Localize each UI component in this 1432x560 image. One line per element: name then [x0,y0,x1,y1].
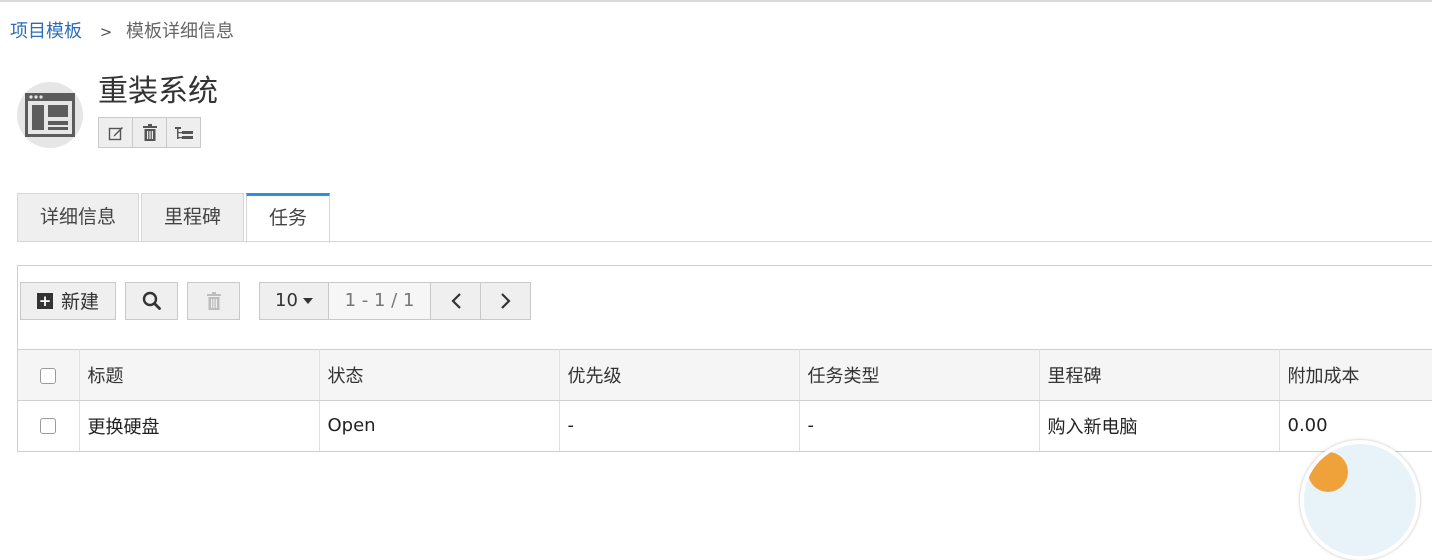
prev-page-button[interactable] [430,281,481,320]
breadcrumb-project-templates-link[interactable]: 项目模板 [10,21,82,42]
row-checkbox[interactable] [40,418,57,435]
table-header-row: 标题 状态 优先级 任务类型 里程碑 附加成本 [18,349,1432,401]
page-title: 重装系统 [98,74,218,109]
new-task-label: 新建 [60,291,99,313]
page-size-value: 10 [275,290,298,311]
tab-milestones[interactable]: 里程碑 [141,193,245,241]
edit-icon [108,126,123,140]
select-all-cell [18,349,80,401]
top-border [0,0,1432,2]
edit-button[interactable] [98,117,133,148]
breadcrumb: 项目模板 > 模板详细信息 [10,20,234,44]
delete-button[interactable] [132,117,167,148]
table-row[interactable]: 更换硬盘 Open - - 购入新电脑 0.00 [18,400,1432,451]
tasks-panel: + 新建 10 1 - 1 / 1 标题 状态 优先级 任务类型 里程碑 附加成… [17,265,1432,452]
search-button[interactable] [125,281,178,320]
pagination: 10 1 - 1 / 1 [259,281,531,320]
template-icon [25,93,75,137]
chevron-left-icon [450,292,461,309]
column-header-extra-cost[interactable]: 附加成本 [1279,349,1432,401]
column-header-task-type[interactable]: 任务类型 [799,349,1040,401]
select-all-checkbox[interactable] [40,367,57,384]
tasks-toolbar: + 新建 10 1 - 1 / 1 [20,281,531,320]
tab-divider [17,241,1432,242]
column-header-priority[interactable]: 优先级 [559,349,800,401]
tab-details[interactable]: 详细信息 [17,193,140,241]
tab-bar: 详细信息 里程碑 任务 [17,193,332,243]
breadcrumb-current: 模板详细信息 [126,21,235,42]
page-size-select[interactable]: 10 [259,281,329,320]
cell-priority: - [559,400,800,451]
cell-title[interactable]: 更换硬盘 [79,400,320,451]
tasks-table: 标题 状态 优先级 任务类型 里程碑 附加成本 更换硬盘 Open - - 购入… [18,349,1432,451]
cell-status: Open [319,400,560,451]
cell-milestone: 购入新电脑 [1039,400,1280,451]
search-icon [142,291,161,310]
template-avatar [17,82,83,148]
tree-icon [174,126,193,139]
floating-widget[interactable] [1300,440,1420,560]
next-page-button[interactable] [480,281,531,320]
column-header-title[interactable]: 标题 [79,349,320,401]
delete-selected-button[interactable] [187,281,240,320]
breadcrumb-separator: > [99,23,113,41]
trash-icon [142,124,157,141]
tab-tasks[interactable]: 任务 [246,193,331,243]
tree-button[interactable] [166,117,201,148]
new-task-button[interactable]: + 新建 [20,281,116,320]
row-select-cell [18,400,80,451]
plus-icon: + [36,291,53,310]
column-header-status[interactable]: 状态 [319,349,560,401]
chevron-right-icon [500,292,511,309]
trash-icon [206,291,221,310]
chevron-down-icon [302,297,313,304]
title-actions [98,117,201,148]
cell-task-type: - [799,400,1040,451]
widget-graphic [1308,452,1348,492]
page-info: 1 - 1 / 1 [328,281,431,320]
column-header-milestone[interactable]: 里程碑 [1039,349,1280,401]
